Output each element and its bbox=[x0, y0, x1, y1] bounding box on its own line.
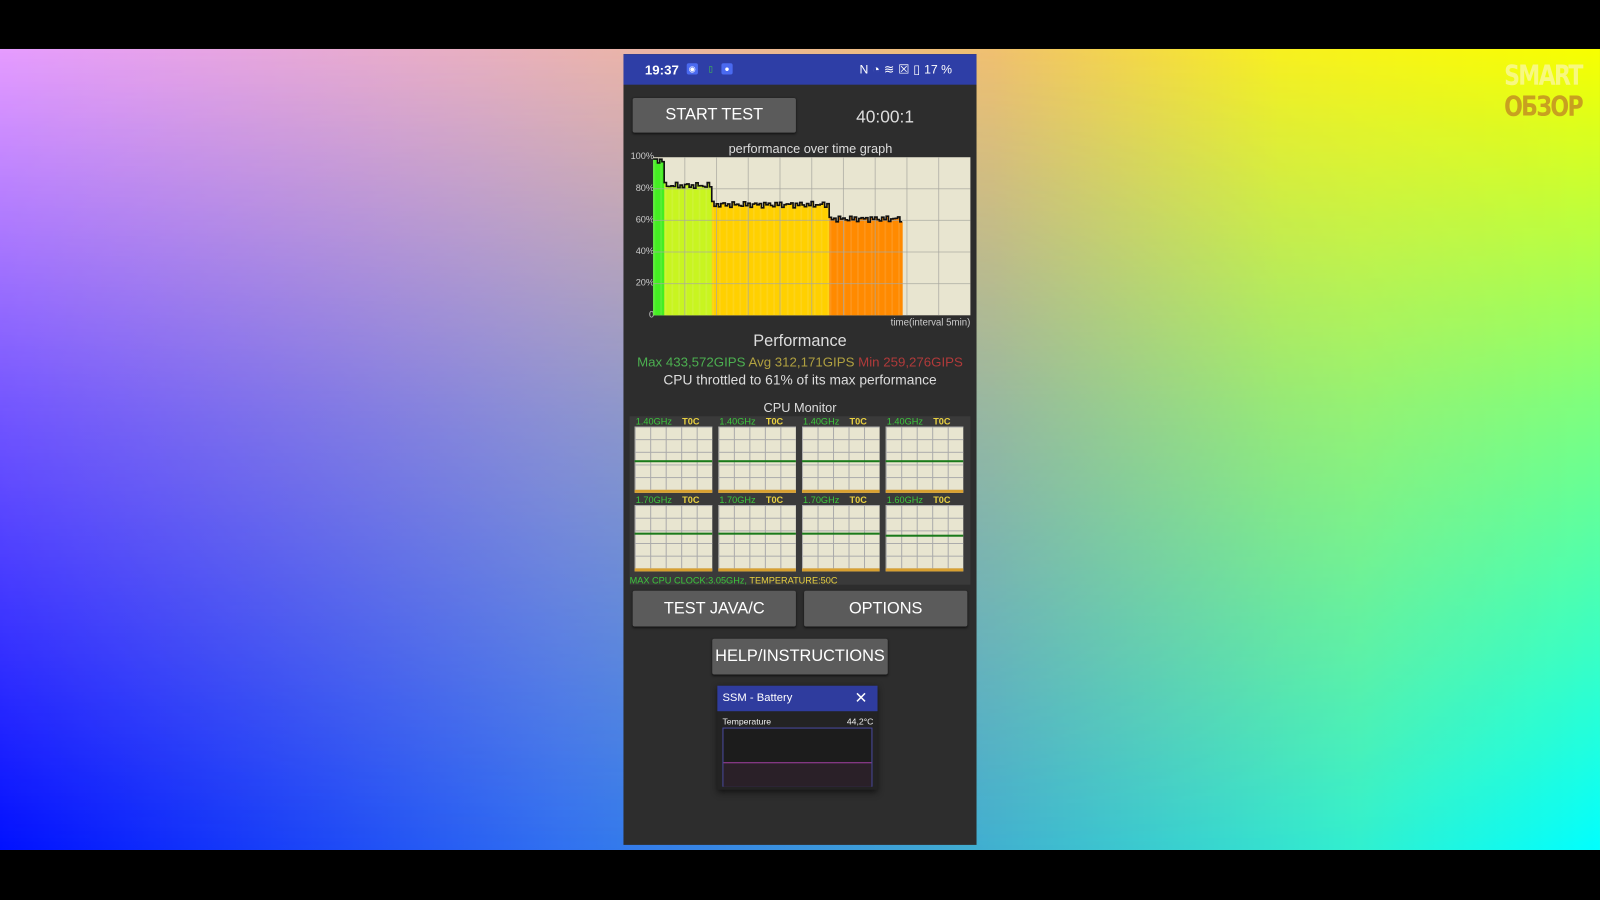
core-load-line bbox=[802, 460, 880, 463]
core-freq: 1.40GHz T0C bbox=[803, 416, 867, 427]
start-test-button[interactable]: START TEST bbox=[632, 97, 796, 133]
battery-percent: 17 % bbox=[924, 62, 953, 77]
core-freq: 1.40GHz T0C bbox=[635, 416, 700, 427]
performance-stats: Max 433,572GIPS Avg 312,171GIPS Min 259,… bbox=[623, 354, 976, 369]
max-clock-info: MAX CPU CLOCK:3.05GHz, TEMPERATURE:50C bbox=[630, 576, 838, 586]
performance-title: Performance bbox=[753, 332, 847, 350]
ssm-value: 44,2°C bbox=[846, 716, 874, 727]
core-freq: 1.70GHz T0C bbox=[719, 494, 784, 506]
cpu-core-graph: 1.40GHz T0C bbox=[797, 416, 880, 495]
test-java-c-button[interactable]: TEST JAVA/C bbox=[632, 590, 796, 627]
core-temp: T0C bbox=[765, 416, 784, 427]
y-tick-label: 60% bbox=[635, 214, 655, 225]
core-temp: T0C bbox=[849, 416, 867, 427]
core-grid bbox=[885, 426, 964, 493]
max-clock: MAX CPU CLOCK:3.05GHz, bbox=[629, 575, 747, 586]
core-load-line bbox=[634, 460, 713, 463]
core-temp: T0C bbox=[849, 494, 867, 506]
y-tick-label: 40% bbox=[635, 245, 655, 257]
ssm-temperature-graph bbox=[722, 727, 873, 787]
core-grid bbox=[802, 426, 880, 493]
y-tick-label: 20% bbox=[635, 277, 655, 288]
phone-screen: 19:37 ◉ ▯ ● N ◔ ≋ ☒ ▯ 17 % START TEST 40… bbox=[623, 54, 977, 845]
cpu-core-graph: 1.70GHz T0C bbox=[630, 494, 713, 574]
core-load-line bbox=[718, 532, 796, 535]
battery-icon: ▯ bbox=[913, 62, 921, 77]
cast-icon: ◉ bbox=[686, 63, 698, 75]
cpu-core-graph: 1.40GHz T0C bbox=[630, 416, 713, 495]
core-temp: T0C bbox=[765, 494, 784, 506]
core-load-line bbox=[885, 535, 964, 538]
performance-bar bbox=[899, 221, 903, 316]
core-temp: T0C bbox=[933, 494, 951, 506]
core-temp: T0C bbox=[682, 416, 700, 427]
settings-icon: ● bbox=[721, 63, 733, 75]
x-axis-label: time(interval 5min) bbox=[890, 317, 971, 329]
cpu-monitor-title: CPU Monitor bbox=[763, 401, 837, 416]
max-stat: Max 433,572GIPS bbox=[637, 354, 746, 370]
help-instructions-button[interactable]: HELP/INSTRUCTIONS bbox=[712, 638, 888, 675]
core-freq: 1.60GHz T0C bbox=[886, 494, 951, 506]
y-tick-label: 80% bbox=[635, 182, 655, 193]
temperature: TEMPERATURE:50C bbox=[749, 575, 838, 586]
throttle-text: CPU throttled to 61% of its max performa… bbox=[663, 372, 937, 388]
ssm-header: SSM - Battery ✕ bbox=[717, 685, 878, 712]
cpu-core-graph: 1.40GHz T0C bbox=[881, 416, 964, 495]
core-grid bbox=[802, 505, 880, 572]
cpu-core-graph: 1.70GHz T0C bbox=[713, 494, 796, 574]
close-box-icon: ☒ bbox=[898, 62, 910, 77]
core-freq: 1.40GHz T0C bbox=[719, 416, 784, 427]
core-freq: 1.40GHz T0C bbox=[886, 416, 951, 427]
performance-chart bbox=[653, 157, 971, 316]
cpu-core-graph: 1.40GHz T0C bbox=[713, 416, 796, 495]
test-timer: 40:00:1 bbox=[856, 107, 915, 127]
core-freq: 1.70GHz T0C bbox=[803, 494, 867, 506]
avg-stat: Avg 312,171GIPS bbox=[748, 354, 855, 370]
wifi-icon: ≋ bbox=[883, 62, 895, 77]
core-temp: T0C bbox=[682, 494, 700, 506]
core-load-line bbox=[634, 532, 713, 535]
status-time: 19:37 bbox=[644, 62, 679, 78]
cpu-core-graph: 1.60GHz T0C bbox=[881, 494, 964, 574]
options-button[interactable]: OPTIONS bbox=[804, 590, 968, 627]
core-grid bbox=[634, 505, 713, 572]
speed-icon: ◔ bbox=[872, 62, 880, 77]
core-load-line bbox=[718, 460, 796, 463]
cpu-core-graph: 1.70GHz T0C bbox=[797, 494, 880, 574]
ssm-battery-widget: SSM - Battery ✕ Temperature 44,2°C bbox=[717, 685, 878, 790]
ssm-label: Temperature bbox=[722, 716, 772, 727]
battery-small-icon: ▯ bbox=[708, 64, 713, 74]
chart-title: performance over time graph bbox=[728, 141, 893, 157]
y-tick-label: 0 bbox=[648, 309, 655, 320]
core-freq: 1.70GHz T0C bbox=[635, 494, 700, 506]
core-temp: T0C bbox=[933, 416, 951, 427]
ssm-title: SSM - Battery bbox=[722, 691, 793, 705]
core-grid bbox=[885, 505, 964, 572]
core-load-line bbox=[885, 460, 964, 463]
watermark-logo: SMART ОБЗОР bbox=[1504, 60, 1584, 123]
status-bar: 19:37 ◉ ▯ ● N ◔ ≋ ☒ ▯ 17 % bbox=[623, 54, 977, 85]
core-grid bbox=[718, 426, 796, 493]
close-icon[interactable]: ✕ bbox=[855, 686, 868, 712]
y-tick-label: 100% bbox=[630, 151, 655, 162]
nfc-icon: N bbox=[859, 62, 869, 77]
core-grid bbox=[718, 505, 796, 572]
min-stat: Min 259,276GIPS bbox=[858, 354, 963, 370]
cpu-monitor: 1.40GHz T0C 1.40GHz T0C 1.40GHz T0C 1.40GHz T0C… bbox=[629, 416, 971, 586]
core-load-line bbox=[802, 532, 880, 535]
core-grid bbox=[634, 426, 713, 493]
